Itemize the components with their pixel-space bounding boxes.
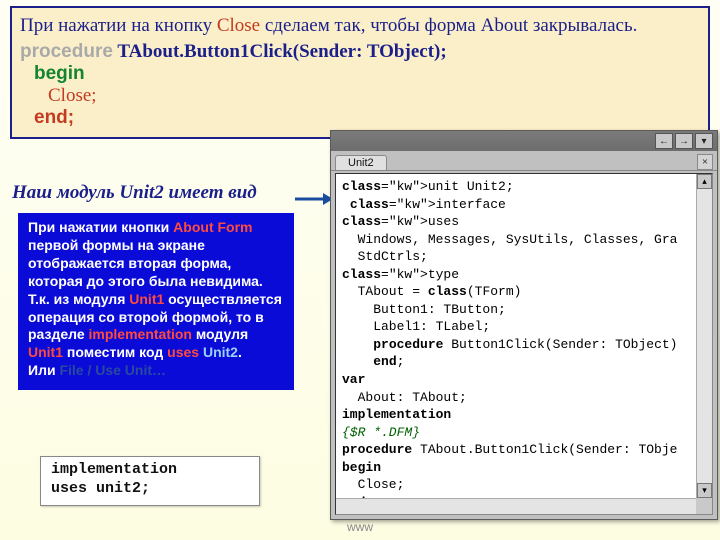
vertical-scrollbar[interactable]: ▴ ▾ (696, 174, 712, 498)
scroll-corner (696, 498, 712, 514)
arrow-right-icon: → (679, 136, 689, 147)
arrow-left-icon: ← (659, 136, 669, 147)
code-editor-window: ← → ▾ Unit2 × class="kw">unit Unit2; cla… (330, 130, 718, 520)
footer-text: www (0, 520, 720, 540)
source-code: class="kw">unit Unit2; class="kw">interf… (336, 174, 712, 515)
chevron-down-icon: ▾ (701, 136, 706, 147)
editor-titlebar: ← → ▾ (331, 131, 717, 151)
scroll-up-button[interactable]: ▴ (697, 174, 712, 189)
code-area[interactable]: class="kw">unit Unit2; class="kw">interf… (335, 173, 713, 515)
tab-unit2[interactable]: Unit2 (335, 155, 387, 170)
triangle-up-icon: ▴ (702, 176, 707, 186)
editor-tabrow: Unit2 × (331, 151, 717, 171)
snippet-line-1: implementation (51, 461, 249, 480)
tab-close-button[interactable]: × (697, 154, 713, 170)
implementation-text: implementation (89, 326, 192, 342)
snippet-line-2: uses unit2; (51, 480, 249, 499)
begin-keyword: begin (34, 63, 700, 85)
close-word: Close (217, 15, 260, 36)
end-keyword: end; (34, 107, 700, 129)
horizontal-scrollbar[interactable] (336, 498, 696, 514)
nav-forward-button[interactable]: → (675, 133, 693, 149)
scroll-down-button[interactable]: ▾ (697, 483, 712, 498)
unit1-text: Unit1 (129, 291, 164, 307)
instruction-text: При нажатии на кнопку Close сделаем так,… (20, 14, 700, 39)
unit2-text: Unit2 (203, 344, 238, 360)
close-call: Close; (48, 85, 700, 107)
close-icon: × (702, 156, 708, 168)
instruction-panel: При нажатии на кнопку Close сделаем так,… (10, 6, 710, 139)
explanation-box: При нажатии кнопки About Form первой фор… (18, 213, 294, 390)
arrow-icon (293, 190, 333, 208)
nav-back-button[interactable]: ← (655, 133, 673, 149)
about-form-text: About Form (173, 219, 252, 235)
procedure-line: procedure TAbout.Button1Click(Sender: TO… (20, 41, 700, 63)
sub-heading: Наш модуль Unit2 имеет вид (12, 182, 257, 204)
triangle-down-icon: ▾ (702, 485, 707, 495)
file-use-unit-text: File / Use Unit… (59, 362, 166, 378)
nav-dropdown-button[interactable]: ▾ (695, 133, 713, 149)
code-snippet: implementation uses unit2; (40, 456, 260, 506)
